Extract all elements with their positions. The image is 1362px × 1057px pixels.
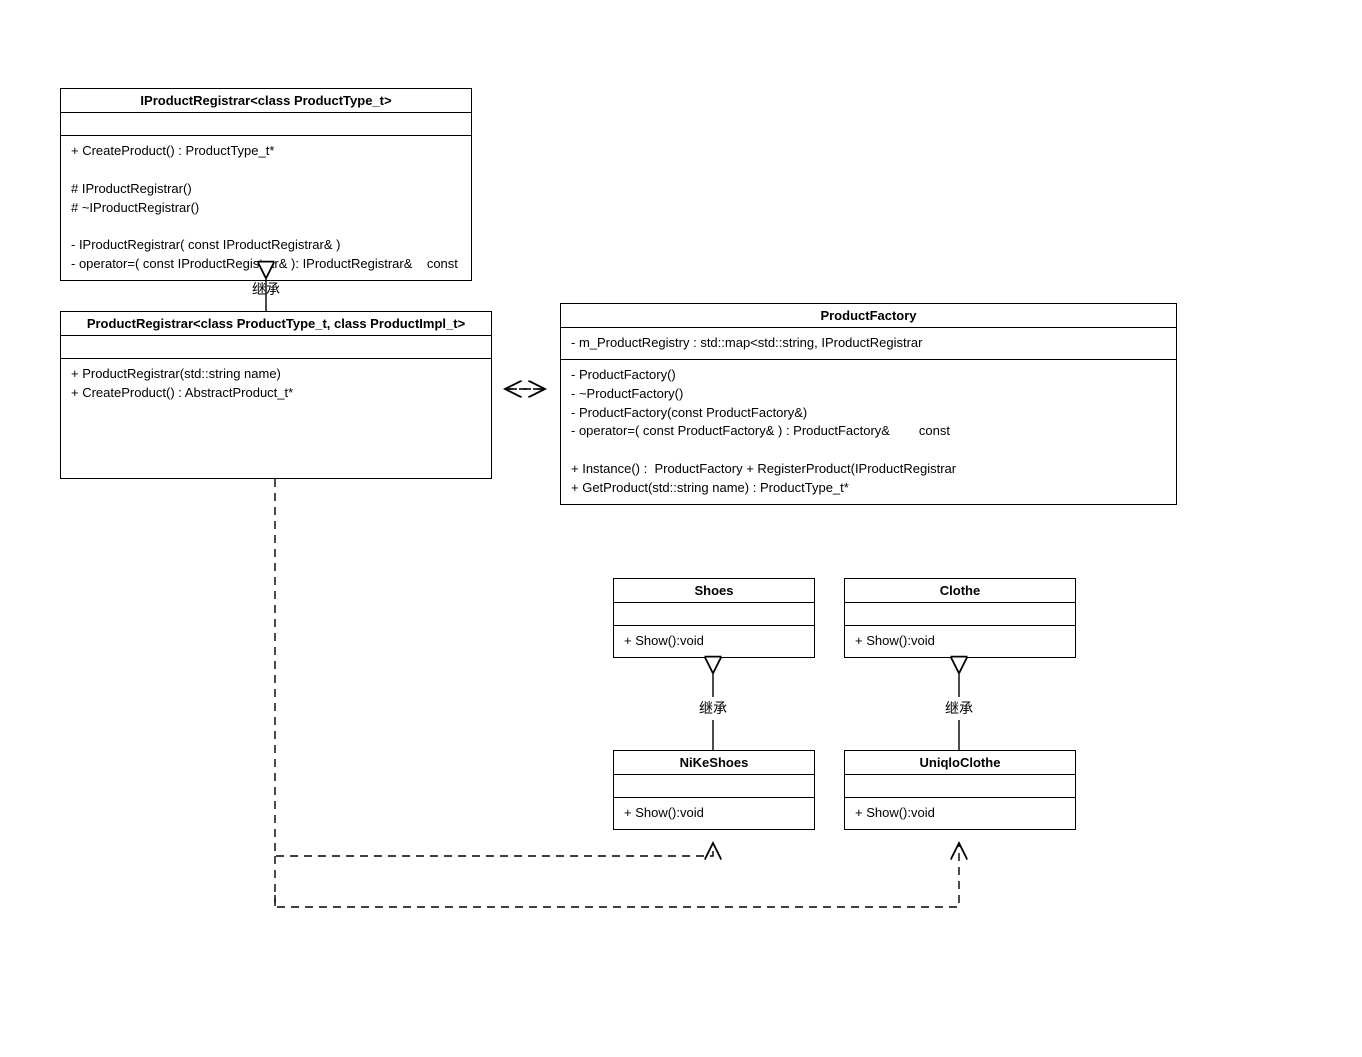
class-methods: + Show():void <box>845 798 1075 829</box>
class-attrs <box>845 775 1075 798</box>
inherit-label-2: 继承 <box>693 698 733 718</box>
class-uniqloclothe: UniqloClothe + Show():void <box>844 750 1076 830</box>
class-productregistrar: ProductRegistrar<class ProductType_t, cl… <box>60 311 492 479</box>
class-title: NiKeShoes <box>614 751 814 775</box>
class-attrs: - m_ProductRegistry : std::map<std::stri… <box>561 328 1176 360</box>
class-title: ProductFactory <box>561 304 1176 328</box>
class-attrs <box>61 336 491 359</box>
class-nikeshoes: NiKeShoes + Show():void <box>613 750 815 830</box>
class-title: UniqloClothe <box>845 751 1075 775</box>
class-productfactory: ProductFactory - m_ProductRegistry : std… <box>560 303 1177 505</box>
inherit-label-3: 继承 <box>939 698 979 718</box>
class-shoes: Shoes + Show():void <box>613 578 815 658</box>
class-attrs <box>614 775 814 798</box>
class-title: Clothe <box>845 579 1075 603</box>
class-iproductregistrar: IProductRegistrar<class ProductType_t> +… <box>60 88 472 281</box>
class-title: Shoes <box>614 579 814 603</box>
class-methods: - ProductFactory() - ~ProductFactory() -… <box>561 360 1176 504</box>
class-methods: + CreateProduct() : ProductType_t* # IPr… <box>61 136 471 280</box>
class-methods: + Show():void <box>614 798 814 829</box>
class-attrs <box>845 603 1075 626</box>
class-methods: + Show():void <box>614 626 814 657</box>
class-methods: + Show():void <box>845 626 1075 657</box>
class-attrs <box>61 113 471 136</box>
class-title: ProductRegistrar<class ProductType_t, cl… <box>61 312 491 336</box>
class-attrs <box>614 603 814 626</box>
class-clothe: Clothe + Show():void <box>844 578 1076 658</box>
class-methods: + ProductRegistrar(std::string name) + C… <box>61 359 491 409</box>
inherit-label-1: 继承 <box>246 279 286 299</box>
class-title: IProductRegistrar<class ProductType_t> <box>61 89 471 113</box>
